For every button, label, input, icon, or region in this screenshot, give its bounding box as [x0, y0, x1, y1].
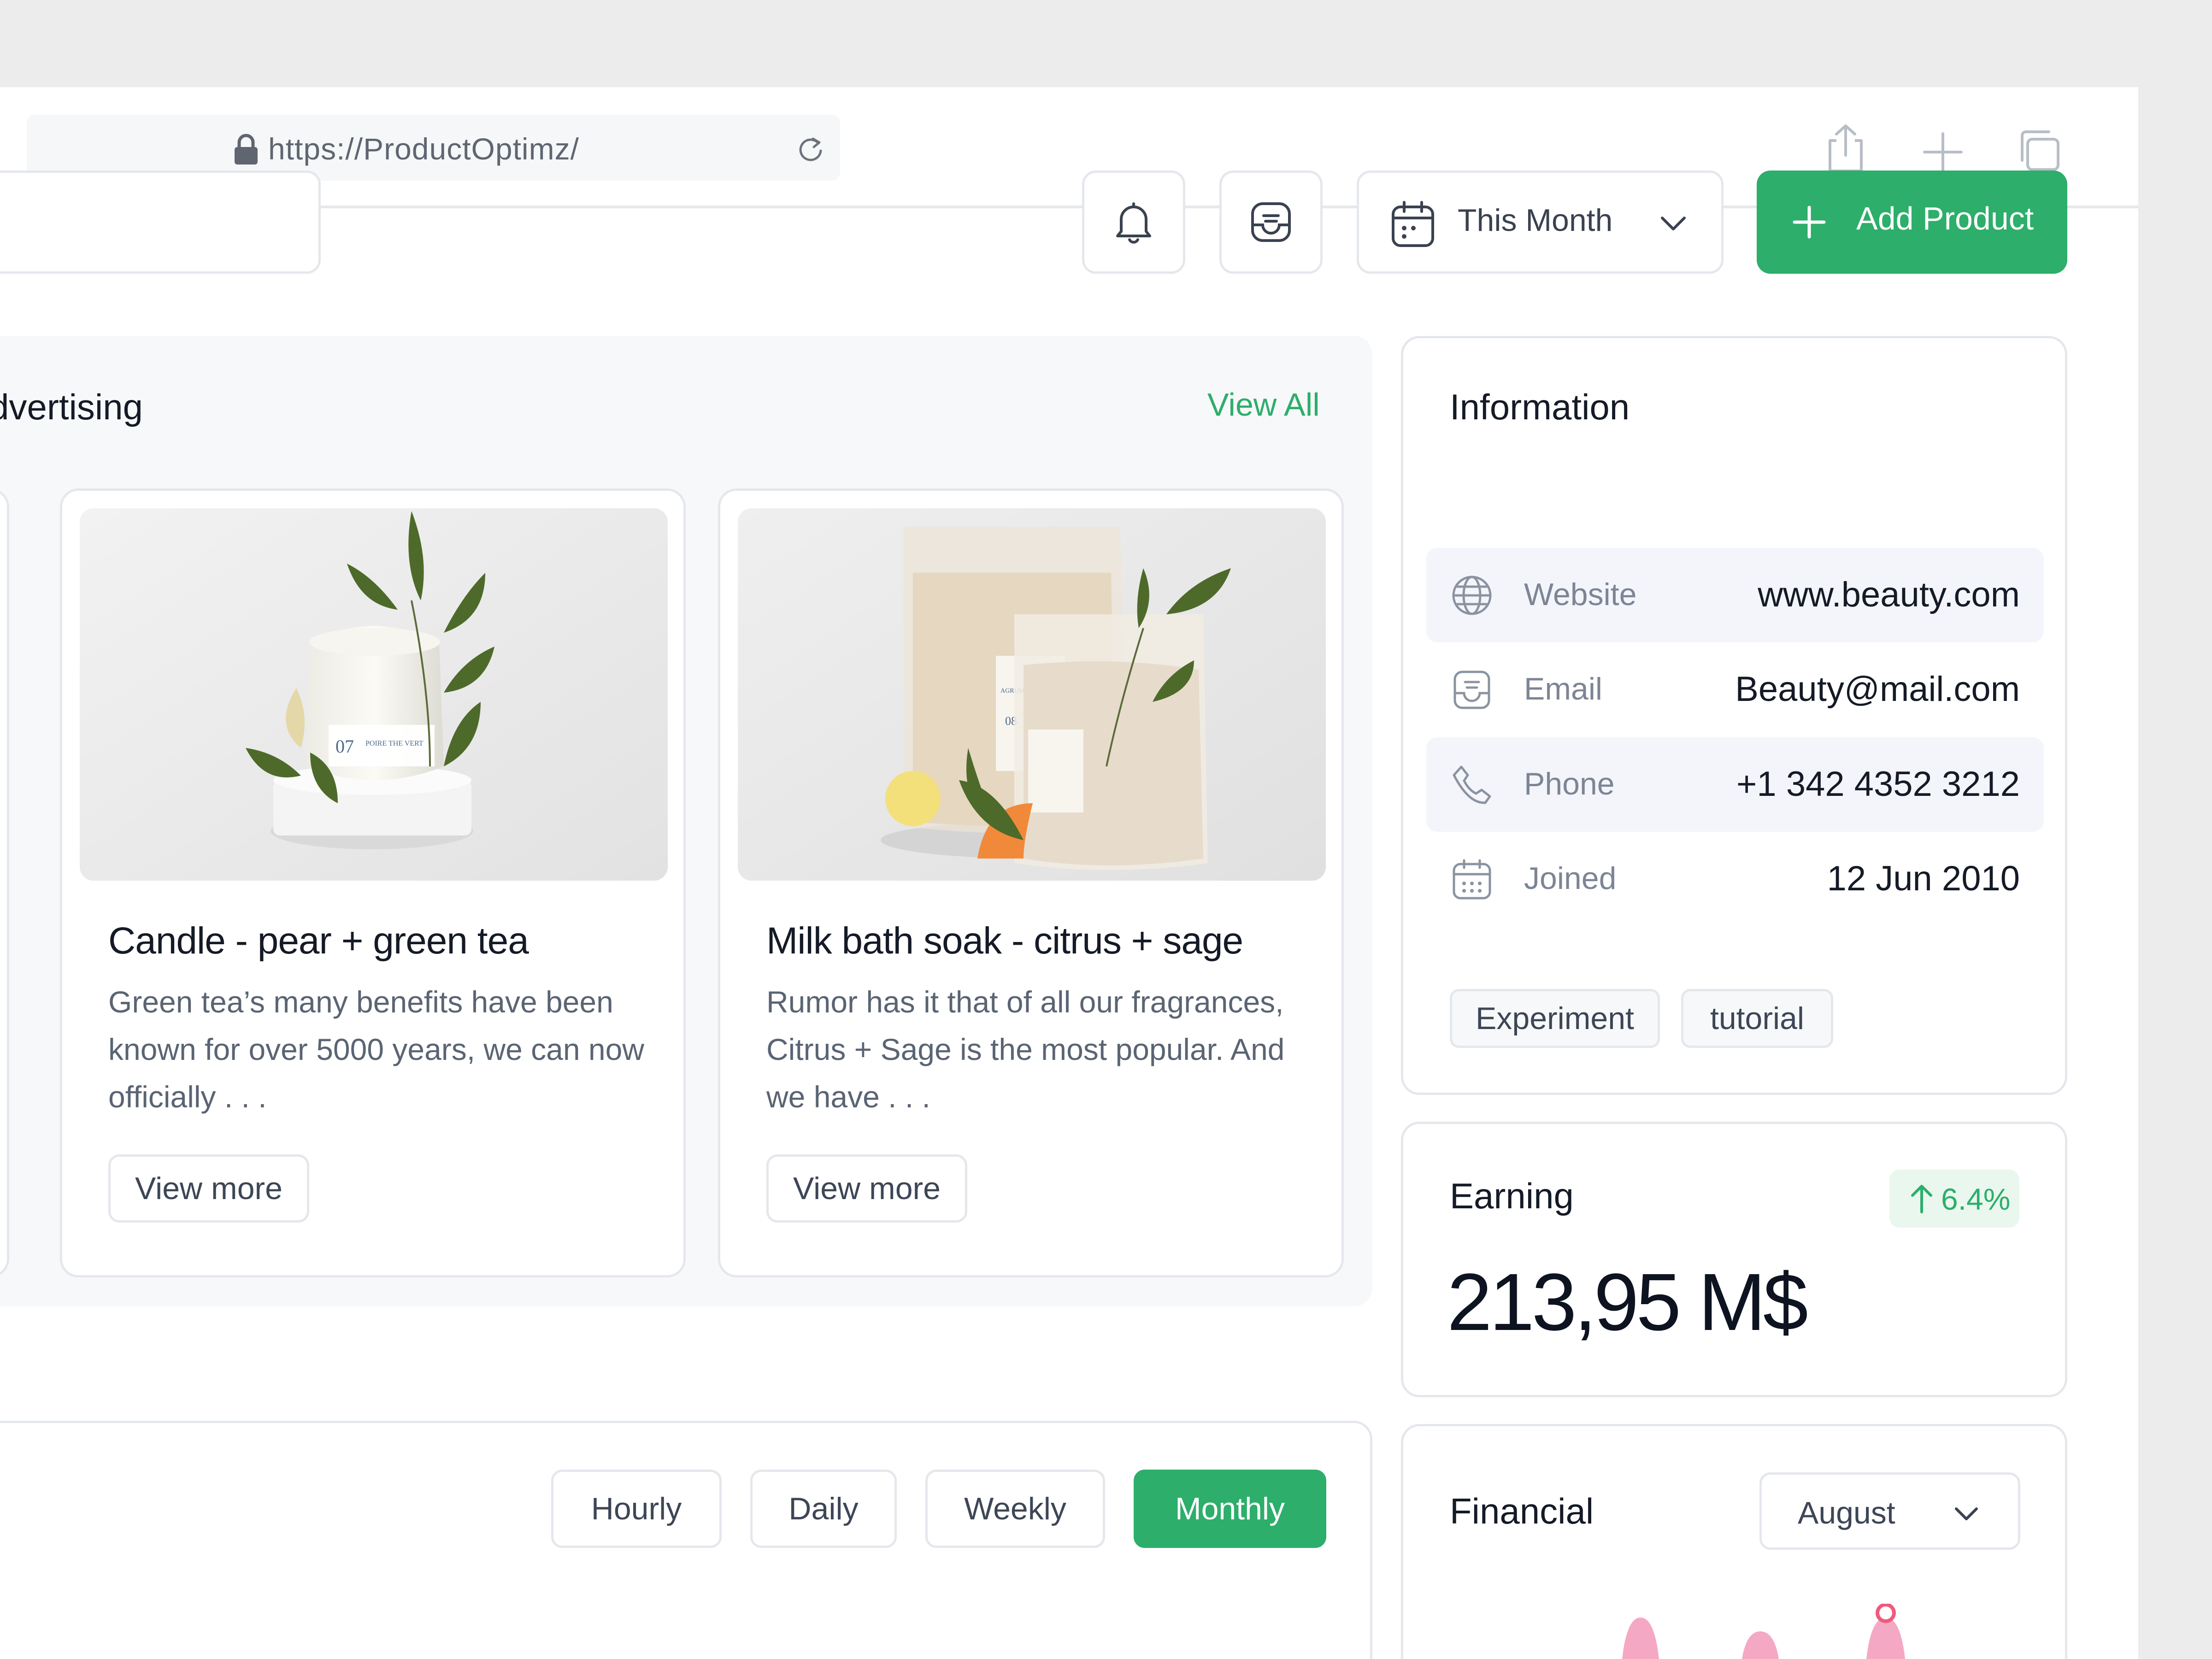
product-description: Rumor has it that of all our fragrances,… [766, 985, 1285, 1114]
product-image-candle: 07 POIRE THE VERT [80, 508, 668, 881]
financial-month-label: August [1798, 1495, 1895, 1530]
date-filter-label: This Month [1458, 203, 1613, 238]
share-icon[interactable] [1823, 123, 1869, 174]
advertising-title: Advertising [0, 387, 143, 427]
earning-value: 213,95 M$ [1447, 1257, 1808, 1347]
url-text: https://ProductOptimz/ [268, 132, 579, 166]
financial-title: Financial [1450, 1491, 1594, 1531]
jar-label-number: 07 [335, 736, 354, 757]
tag-chip[interactable]: tutorial [1681, 989, 1833, 1048]
calendar-icon [1453, 859, 1491, 900]
info-key: Email [1524, 671, 1603, 706]
add-product-button[interactable]: Add Product [1757, 171, 2067, 274]
product-card[interactable]: 07 POIRE THE VERT Candle - pear + green … [60, 488, 686, 1277]
bell-icon [1116, 202, 1151, 244]
info-row-website: Website www.beauty.com [1426, 548, 2044, 642]
inbox-button[interactable] [1219, 171, 1323, 274]
tabs-icon[interactable] [2016, 125, 2062, 176]
period-daily-button[interactable]: Daily [750, 1470, 897, 1548]
info-row-email: Email Beauty@mail.com [1426, 642, 2044, 737]
financial-month-select[interactable]: August [1759, 1472, 2020, 1550]
info-value-joined: 12 Jun 2010 [1827, 859, 2020, 898]
jar-label-text: POIRE THE VERT [365, 740, 424, 747]
information-title: Information [1450, 387, 1630, 427]
product-card[interactable]: AGRUMES SAUGE 08 Milk bath soak - citrus… [718, 488, 1344, 1277]
view-more-button[interactable]: View more [766, 1154, 967, 1223]
tag-chip[interactable]: Experiment [1450, 989, 1660, 1048]
period-weekly-button[interactable]: Weekly [925, 1470, 1105, 1548]
search-input[interactable] [0, 171, 321, 274]
earning-change-badge: 6.4% [1889, 1170, 2019, 1228]
period-monthly-button[interactable]: Monthly [1134, 1470, 1326, 1548]
inbox-icon [1453, 671, 1490, 709]
financial-chart-peaks [1622, 1604, 1905, 1659]
calendar-icon [1392, 201, 1434, 247]
info-key: Website [1524, 577, 1637, 612]
product-image-bath-soak: AGRUMES SAUGE 08 [738, 508, 1326, 881]
inbox-icon [1251, 202, 1291, 242]
period-hourly-button[interactable]: Hourly [551, 1470, 722, 1548]
info-value-website[interactable]: www.beauty.com [1758, 575, 2020, 615]
add-product-label: Add Product [1856, 200, 2034, 236]
product-description: Green tea’s many benefits have been know… [108, 985, 644, 1114]
phone-icon [1453, 765, 1491, 804]
info-row-joined: Joined 12 Jun 2010 [1426, 832, 2044, 926]
globe-icon [1452, 576, 1492, 615]
info-value-phone[interactable]: +1 342 4352 3212 [1736, 764, 2020, 804]
info-key: Joined [1524, 861, 1617, 896]
view-more-button[interactable]: View more [108, 1154, 309, 1223]
info-value-email[interactable]: Beauty@mail.com [1735, 669, 2020, 709]
product-title: Candle - pear + green tea [108, 920, 529, 962]
plus-icon [1793, 206, 1826, 239]
info-row-phone: Phone +1 342 4352 3212 [1426, 737, 2044, 832]
product-card-partial[interactable] [0, 488, 9, 1277]
earning-title: Earning [1450, 1176, 1574, 1216]
lock-icon [235, 134, 258, 165]
earning-change: 6.4% [1941, 1182, 2011, 1216]
product-title: Milk bath soak - citrus + sage [766, 920, 1243, 962]
chevron-down-icon [1955, 1507, 1978, 1520]
notifications-button[interactable] [1082, 171, 1185, 274]
date-filter-select[interactable]: This Month [1357, 171, 1724, 274]
arrow-up-icon [1911, 1185, 1932, 1213]
chevron-down-icon [1661, 217, 1686, 230]
info-key: Phone [1524, 766, 1615, 801]
reload-icon[interactable] [795, 133, 826, 164]
view-all-link[interactable]: View All [1207, 386, 1320, 423]
new-tab-icon[interactable] [1920, 127, 1966, 177]
